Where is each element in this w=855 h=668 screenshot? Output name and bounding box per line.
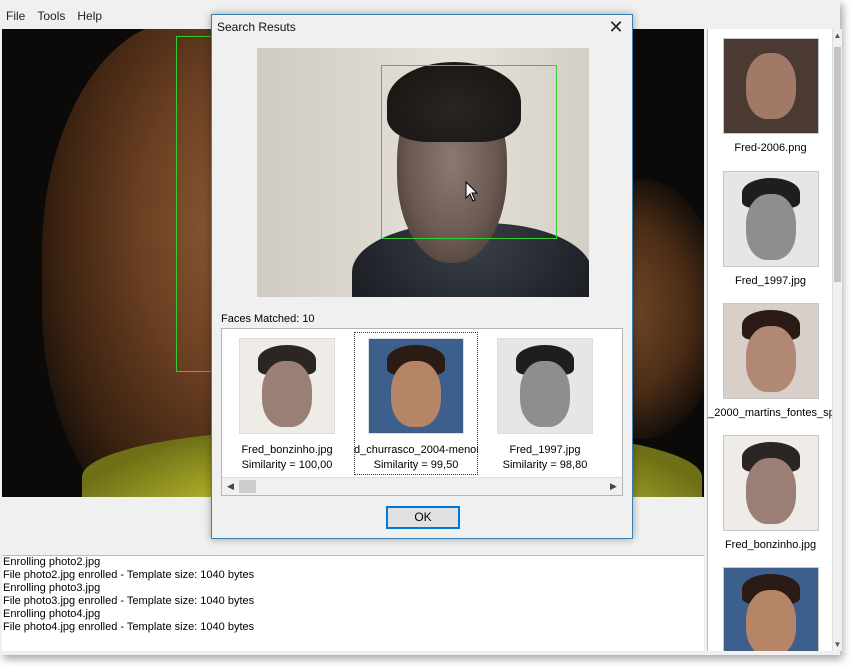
gallery-thumbnail: [722, 435, 819, 531]
gallery-item[interactable]: Fred-2006.png: [708, 38, 833, 154]
gallery-scrollbar[interactable]: ▲ ▼: [832, 29, 842, 651]
scrollbar-thumb[interactable]: [239, 480, 256, 493]
log-line: Enrolling photo3.jpg: [3, 582, 101, 594]
mouse-cursor-icon: [465, 181, 479, 202]
gallery-caption: Fred_1997.jpg: [735, 275, 806, 287]
scrollbar-thumb[interactable]: [834, 47, 841, 282]
gallery-caption: d_2000_martins_fontes_sp: [707, 407, 833, 419]
match-item[interactable]: Fred_bonzinho.jpg Similarity = 100,00: [225, 332, 349, 475]
log-panel[interactable]: Enrolling photo2.jpg File photo2.jpg enr…: [2, 555, 704, 651]
gallery-item[interactable]: d_2000_martins_fontes_sp: [708, 303, 833, 419]
match-item[interactable]: Fred_1997.jpg Similarity = 98,80: [483, 332, 607, 475]
gallery-caption: Fred_bonzinho.jpg: [724, 539, 817, 551]
menu-file[interactable]: File: [0, 9, 31, 23]
match-name: Fred_bonzinho.jpg: [241, 444, 333, 456]
matches-list[interactable]: Fred_bonzinho.jpg Similarity = 100,00 d_…: [221, 328, 623, 496]
scroll-up-icon[interactable]: ▲: [833, 31, 842, 40]
ok-button[interactable]: OK: [386, 506, 460, 529]
gallery-thumbnail: [722, 38, 819, 134]
gallery-item[interactable]: Fred_bonzinho.jpg: [708, 435, 833, 551]
gallery-thumbnail: [722, 567, 819, 651]
match-thumbnail: [239, 338, 335, 434]
match-name: d_churrasco_2004-menor.j: [354, 444, 478, 456]
match-item[interactable]: d_churrasco_2004-menor.j Similarity = 99…: [354, 332, 478, 475]
match-thumbnail: [497, 338, 593, 434]
log-line: Enrolling photo4.jpg: [3, 608, 101, 620]
gallery-caption: Fred-2006.png: [734, 142, 807, 154]
gallery-thumbnail: [722, 303, 819, 399]
match-similarity: Similarity = 98,80: [502, 459, 588, 471]
menu-tools[interactable]: Tools: [31, 9, 71, 23]
log-line: File photo2.jpg enrolled - Template size…: [3, 569, 255, 581]
dialog-title: Search Resuts: [217, 20, 296, 34]
search-photo-preview: [257, 48, 589, 297]
menu-help[interactable]: Help: [71, 9, 108, 23]
close-icon[interactable]: ✕: [606, 17, 626, 37]
matches-scrollbar[interactable]: ◀ ▶: [222, 477, 622, 495]
scroll-down-icon[interactable]: ▼: [833, 640, 842, 649]
scroll-left-icon[interactable]: ◀: [222, 478, 239, 495]
search-results-dialog: Search Resuts ✕ Faces Matched: 10 Fred_b…: [211, 14, 633, 539]
match-thumbnail: [368, 338, 464, 434]
gallery-item[interactable]: [708, 567, 833, 651]
log-line: File photo3.jpg enrolled - Template size…: [3, 595, 255, 607]
enrolled-gallery[interactable]: Fred-2006.png Fred_1997.jpg d_2000_marti…: [707, 29, 833, 651]
faces-matched-label: Faces Matched: 10: [221, 313, 315, 325]
match-similarity: Similarity = 100,00: [241, 459, 333, 471]
match-similarity: Similarity = 99,50: [373, 459, 459, 471]
match-name: Fred_1997.jpg: [509, 444, 581, 456]
gallery-item[interactable]: Fred_1997.jpg: [708, 171, 833, 287]
log-line: File photo4.jpg enrolled - Template size…: [3, 621, 255, 633]
gallery-thumbnail: [722, 171, 819, 267]
log-line: Enrolling photo2.jpg: [3, 556, 101, 568]
scroll-right-icon[interactable]: ▶: [605, 478, 622, 495]
face-detection-box: [381, 65, 557, 239]
